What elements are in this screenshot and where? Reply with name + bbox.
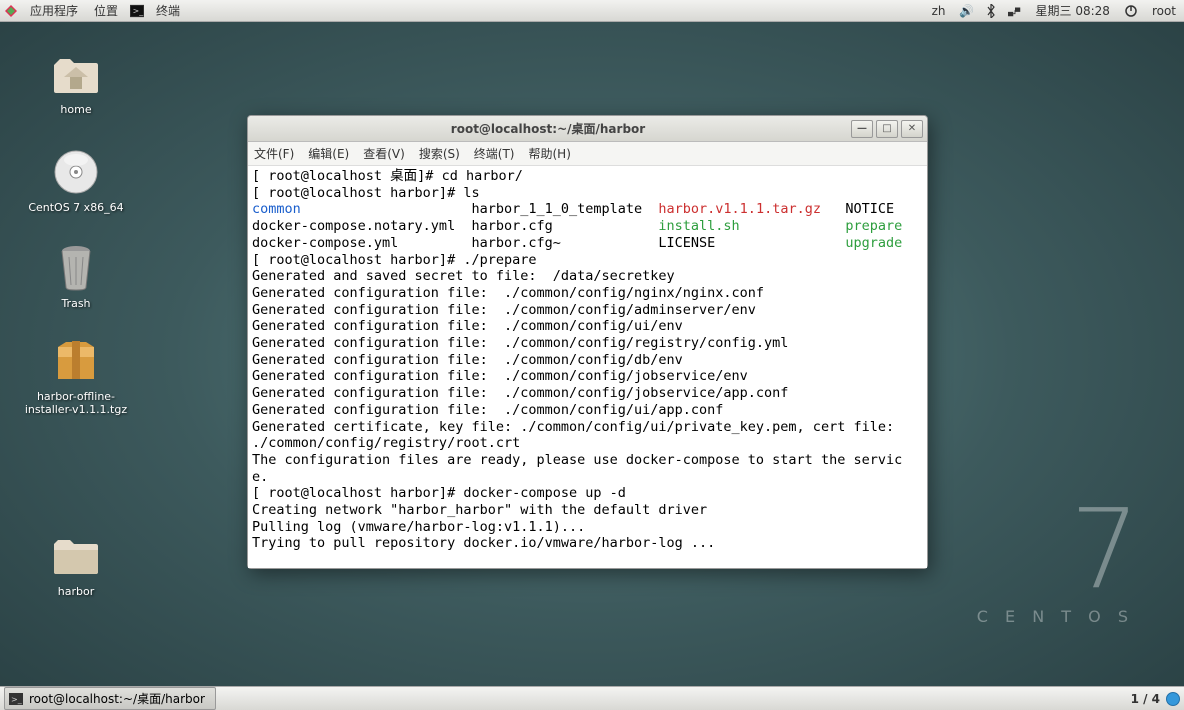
desktop-icon-label: home — [57, 102, 94, 117]
centos-brand: 7 C E N T O S — [977, 505, 1134, 626]
menu-view[interactable]: 查看(V) — [363, 145, 405, 162]
desktop-icon-trash[interactable]: Trash — [16, 244, 136, 311]
taskbar-item-label: root@localhost:~/桌面/harbor — [29, 690, 205, 707]
bluetooth-icon[interactable] — [984, 4, 998, 18]
terminal-icon: >_ — [9, 692, 23, 706]
volume-icon[interactable]: 🔊 — [960, 4, 974, 18]
window-title: root@localhost:~/桌面/harbor — [248, 120, 848, 137]
workspace-label: 1 / 4 — [1131, 692, 1160, 706]
desktop-icon-label: CentOS 7 x86_64 — [25, 200, 126, 215]
workspace-switcher[interactable]: 1 / 4 — [1131, 692, 1180, 706]
disc-icon — [52, 148, 100, 196]
menu-help[interactable]: 帮助(H) — [529, 145, 571, 162]
archive-icon — [52, 337, 100, 385]
terminal-window: root@localhost:~/桌面/harbor — □ ✕ 文件(F) 编… — [247, 115, 928, 569]
terminal-menubar: 文件(F) 编辑(E) 查看(V) 搜索(S) 终端(T) 帮助(H) — [248, 142, 927, 166]
menu-terminal[interactable]: 终端(T) — [474, 145, 515, 162]
top-panel: 应用程序 位置 >_ 终端 zh 🔊 星期三 08:28 root — [0, 0, 1184, 22]
terminal-launcher-icon[interactable]: >_ — [130, 4, 144, 18]
desktop-icon-label: Trash — [58, 296, 93, 311]
desktop-icon-label: harbor-offline-installer-v1.1.1.tgz — [16, 389, 136, 417]
terminal-body[interactable]: [ root@localhost 桌面]# cd harbor/ [ root@… — [248, 166, 927, 568]
clock[interactable]: 星期三 08:28 — [1032, 2, 1114, 19]
svg-text:>_: >_ — [11, 695, 23, 704]
minimize-button[interactable]: — — [851, 120, 873, 138]
window-controls: — □ ✕ — [848, 120, 923, 138]
input-method-indicator[interactable]: zh — [928, 4, 950, 18]
activities-icon — [4, 4, 18, 18]
home-folder-icon — [52, 50, 100, 98]
close-button[interactable]: ✕ — [901, 120, 923, 138]
menu-applications[interactable]: 应用程序 — [26, 2, 82, 19]
taskbar-item-terminal[interactable]: >_ root@localhost:~/桌面/harbor — [4, 687, 216, 710]
terminal-launcher-label[interactable]: 终端 — [152, 2, 184, 19]
desktop-icon-archive[interactable]: harbor-offline-installer-v1.1.1.tgz — [16, 337, 136, 417]
menu-edit[interactable]: 编辑(E) — [308, 145, 349, 162]
menu-file[interactable]: 文件(F) — [254, 145, 294, 162]
trash-icon — [52, 244, 100, 292]
workspace-indicator-icon — [1166, 692, 1180, 706]
centos-seven: 7 — [977, 505, 1134, 593]
desktop-icon-label: harbor — [55, 584, 97, 599]
bottom-panel: >_ root@localhost:~/桌面/harbor 1 / 4 — [0, 686, 1184, 710]
network-icon[interactable] — [1008, 4, 1022, 18]
maximize-button[interactable]: □ — [876, 120, 898, 138]
desktop: home CentOS 7 x86_64 Trash harbor-offlin… — [0, 22, 1184, 686]
user-label[interactable]: root — [1148, 4, 1180, 18]
centos-word: C E N T O S — [977, 607, 1134, 626]
menu-search[interactable]: 搜索(S) — [419, 145, 460, 162]
desktop-icon-home[interactable]: home — [16, 50, 136, 117]
window-titlebar[interactable]: root@localhost:~/桌面/harbor — □ ✕ — [248, 116, 927, 142]
svg-text:>_: >_ — [133, 6, 144, 15]
folder-icon — [52, 532, 100, 580]
desktop-icon-folder-harbor[interactable]: harbor — [16, 532, 136, 599]
power-icon[interactable] — [1124, 4, 1138, 18]
desktop-icon-cd[interactable]: CentOS 7 x86_64 — [16, 148, 136, 215]
menu-places[interactable]: 位置 — [90, 2, 122, 19]
